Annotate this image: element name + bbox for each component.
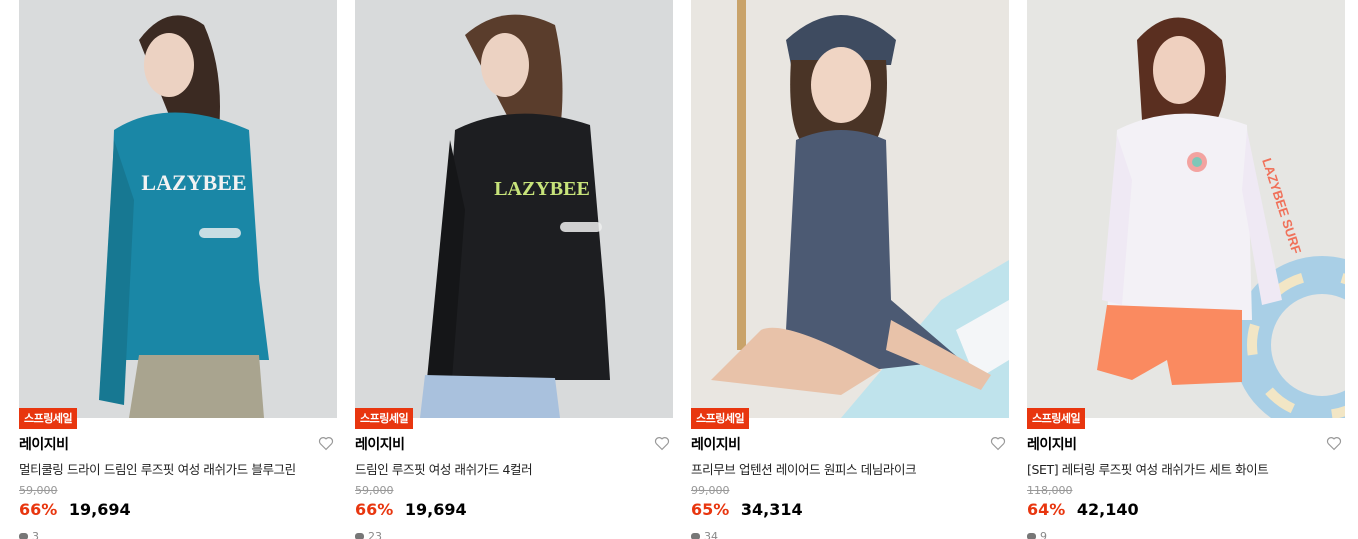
svg-text:LAZYBEE: LAZYBEE <box>494 178 590 200</box>
original-price: 59,000 <box>19 484 58 497</box>
discount-rate: 66% <box>355 500 394 519</box>
comment-icon <box>355 533 364 539</box>
product-image[interactable]: LAZYBEE SURF <box>1027 0 1345 418</box>
heart-icon[interactable] <box>317 434 335 452</box>
sale-price: 19,694 <box>68 500 131 519</box>
price-row: 64% 42,140 <box>1027 500 1139 519</box>
review-count: 34 <box>691 530 718 539</box>
review-count: 23 <box>355 530 382 539</box>
brand-name[interactable]: 레이지비 <box>355 434 405 454</box>
price-row: 66% 19,694 <box>19 500 131 519</box>
sale-badge: 스프링세일 <box>19 408 78 429</box>
review-count-value: 34 <box>704 530 718 539</box>
original-price: 59,000 <box>355 484 394 497</box>
product-name[interactable]: [SET] 레터링 루즈핏 여성 래쉬가드 세트 화이트 <box>1027 459 1269 478</box>
review-count: 9 <box>1027 530 1047 539</box>
original-price: 99,000 <box>691 484 730 497</box>
discount-rate: 64% <box>1027 500 1066 519</box>
comment-icon <box>691 533 700 539</box>
discount-rate: 66% <box>19 500 58 519</box>
product-card[interactable]: LAZYBEE 스프링세일 레이지비 멀티쿨링 드라이 드림인 루즈핏 여성 래… <box>19 0 337 539</box>
review-count-value: 9 <box>1040 530 1047 539</box>
product-name[interactable]: 멀티쿨링 드라이 드림인 루즈핏 여성 래쉬가드 블루그린 <box>19 459 296 478</box>
brand-name[interactable]: 레이지비 <box>691 434 741 454</box>
review-count: 3 <box>19 530 39 539</box>
product-name[interactable]: 프리무브 업텐션 레이어드 원피스 데님라이크 <box>691 459 917 478</box>
price-row: 65% 34,314 <box>691 500 803 519</box>
heart-icon[interactable] <box>1325 434 1343 452</box>
sale-price: 34,314 <box>740 500 803 519</box>
discount-rate: 65% <box>691 500 730 519</box>
sale-price: 42,140 <box>1076 500 1139 519</box>
price-row: 66% 19,694 <box>355 500 467 519</box>
product-card[interactable]: 스프링세일 레이지비 프리무브 업텐션 레이어드 원피스 데님라이크 99,00… <box>691 0 1009 539</box>
heart-icon[interactable] <box>989 434 1007 452</box>
svg-text:LAZYBEE: LAZYBEE <box>141 170 246 195</box>
sale-price: 19,694 <box>404 500 467 519</box>
product-image[interactable]: LAZYBEE <box>19 0 337 418</box>
sale-badge: 스프링세일 <box>355 408 414 429</box>
original-price: 118,000 <box>1027 484 1073 497</box>
review-count-value: 23 <box>368 530 382 539</box>
product-name[interactable]: 드림인 루즈핏 여성 래쉬가드 4컬러 <box>355 459 533 478</box>
heart-icon[interactable] <box>653 434 671 452</box>
brand-name[interactable]: 레이지비 <box>19 434 69 454</box>
product-card[interactable]: LAZYBEE 스프링세일 레이지비 드림인 루즈핏 여성 래쉬가드 4컬러 5… <box>355 0 673 539</box>
sale-badge: 스프링세일 <box>691 408 750 429</box>
product-card[interactable]: LAZYBEE SURF 스프링세일 레이지비 [SET] 레터링 루즈핏 여성… <box>1027 0 1345 539</box>
review-count-value: 3 <box>32 530 39 539</box>
product-image[interactable] <box>691 0 1009 418</box>
brand-name[interactable]: 레이지비 <box>1027 434 1077 454</box>
comment-icon <box>1027 533 1036 539</box>
comment-icon <box>19 533 28 539</box>
product-image[interactable]: LAZYBEE <box>355 0 673 418</box>
sale-badge: 스프링세일 <box>1027 408 1086 429</box>
